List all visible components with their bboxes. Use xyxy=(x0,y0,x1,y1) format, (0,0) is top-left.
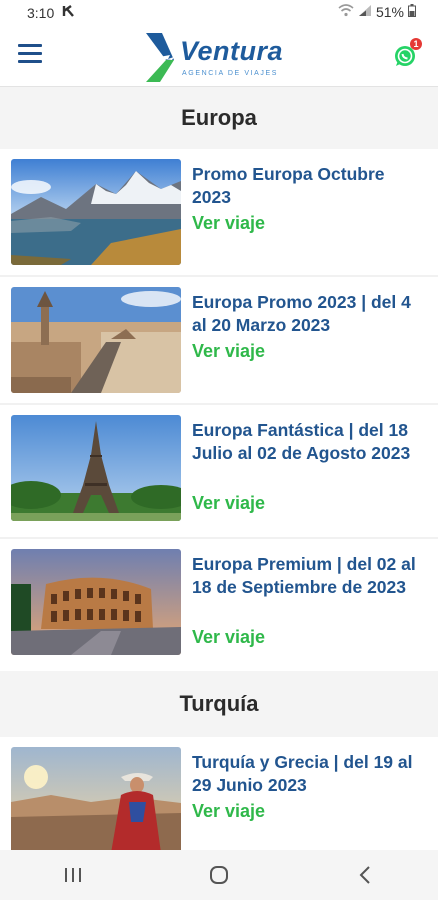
battery-text: 51% xyxy=(375,4,404,20)
ver-viaje-link[interactable]: Ver viaje xyxy=(192,801,265,822)
system-nav-bar xyxy=(0,850,438,900)
trip-card[interactable]: Europa Promo 2023 | del 4 al 20 Marzo 20… xyxy=(0,277,438,403)
logo-tagline: AGENCIA DE VIAJES xyxy=(182,70,279,77)
hamburger-menu-icon[interactable] xyxy=(18,44,42,64)
battery-icon xyxy=(408,4,416,20)
ver-viaje-link[interactable]: Ver viaje xyxy=(192,493,265,514)
notification-icon xyxy=(62,4,76,21)
home-icon[interactable] xyxy=(189,855,249,895)
app-bar: Ventura AGENCIA DE VIAJES 1 xyxy=(0,28,438,87)
trip-image-colosseum xyxy=(11,549,181,655)
trip-image-madrid xyxy=(11,287,181,393)
trip-card[interactable]: Turquía y Grecia | del 19 al 29 Junio 20… xyxy=(0,737,438,850)
trip-title[interactable]: Turquía y Grecia | del 19 al 29 Junio 20… xyxy=(192,751,426,797)
trip-card[interactable]: Europa Fantástica | del 18 Julio al 02 d… xyxy=(0,405,438,537)
whatsapp-icon[interactable]: 1 xyxy=(394,38,422,68)
trip-card[interactable]: Europa Premium | del 02 al 18 de Septiem… xyxy=(0,539,438,671)
section-header-europa: Europa xyxy=(0,87,438,149)
wifi-icon xyxy=(338,4,354,20)
ver-viaje-link[interactable]: Ver viaje xyxy=(192,627,265,648)
status-bar: 3:10 51% xyxy=(0,0,438,28)
trip-card[interactable]: Promo Europa Octubre 2023 Ver viaje xyxy=(0,149,438,275)
status-time: 3:10 xyxy=(27,5,55,21)
logo-wordmark: Ventura xyxy=(180,36,284,66)
trip-title[interactable]: Europa Promo 2023 | del 4 al 20 Marzo 20… xyxy=(192,291,426,337)
trip-image-mountain-lake xyxy=(11,159,181,265)
recent-apps-icon[interactable] xyxy=(43,855,103,895)
back-icon[interactable] xyxy=(335,855,395,895)
section-header-turquia: Turquía xyxy=(0,671,438,737)
trip-image-eiffel-tower xyxy=(11,415,181,521)
ver-viaje-link[interactable]: Ver viaje xyxy=(192,341,265,362)
notification-badge: 1 xyxy=(410,38,422,50)
trip-title[interactable]: Promo Europa Octubre 2023 xyxy=(192,163,426,209)
trip-list[interactable]: Europa Promo Europa Octubre 2023 Ver via… xyxy=(0,87,438,850)
trip-title[interactable]: Europa Fantástica | del 18 Julio al 02 d… xyxy=(192,419,426,465)
ver-viaje-link[interactable]: Ver viaje xyxy=(192,213,265,234)
ventura-logo: Ventura AGENCIA DE VIAJES xyxy=(144,30,304,84)
signal-icon xyxy=(358,4,372,20)
trip-image-cappadocia xyxy=(11,747,181,850)
trip-title[interactable]: Europa Premium | del 02 al 18 de Septiem… xyxy=(192,553,426,599)
